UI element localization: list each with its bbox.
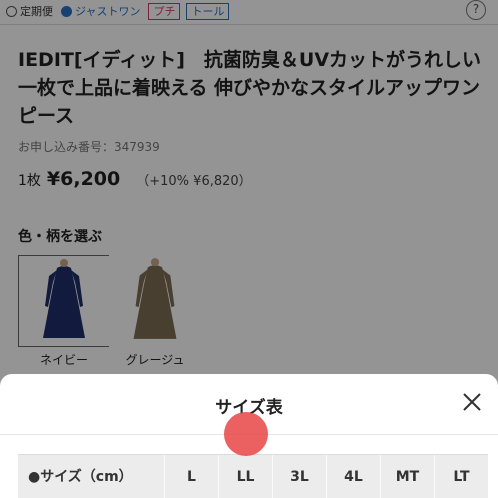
size-column-4l: 4L xyxy=(326,455,380,498)
touch-indicator xyxy=(224,412,268,456)
size-header-label: ●サイズ（cm） xyxy=(28,469,133,485)
size-column-ll: LL xyxy=(218,455,272,498)
size-column-mt: MT xyxy=(380,455,434,498)
size-column-3l: 3L xyxy=(272,455,326,498)
close-button[interactable] xyxy=(460,390,484,414)
size-table-header: ●サイズ（cm） L LL 3L 4L MT LT xyxy=(18,454,488,498)
size-column-l: L xyxy=(164,455,218,498)
size-column-lt: LT xyxy=(434,455,488,498)
close-icon xyxy=(463,393,481,411)
product-page: 定期便 ジャストワン プチ トール ? IEDIT[イディット] 抗菌防臭＆UV… xyxy=(0,0,498,498)
